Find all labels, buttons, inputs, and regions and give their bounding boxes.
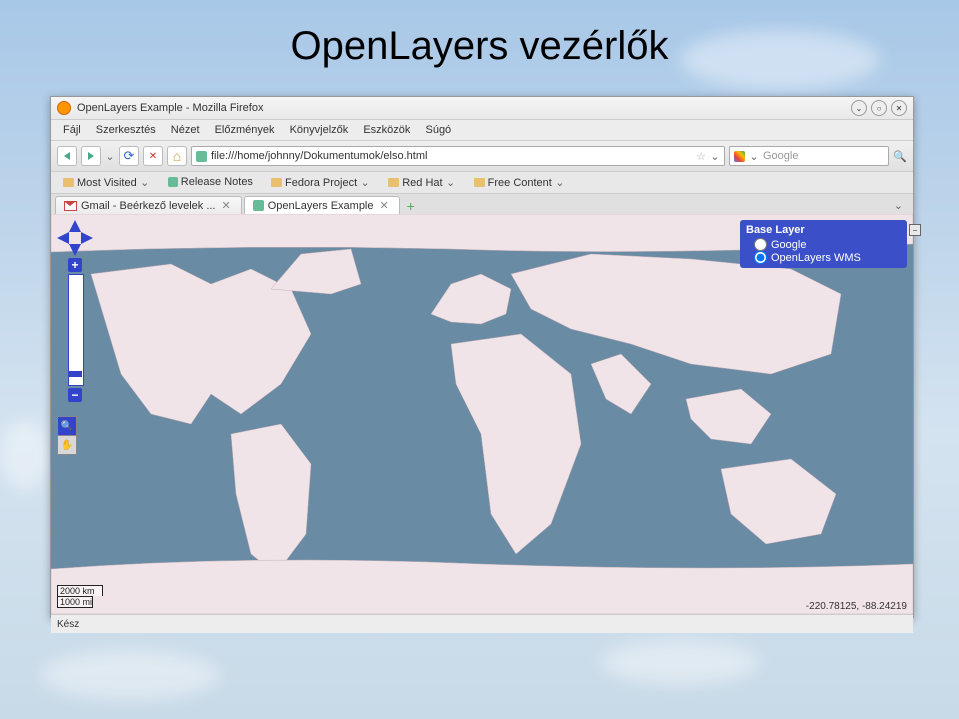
layer-switcher-control: − Base Layer Google OpenLayers WMS [740, 220, 907, 268]
tab-label: Gmail - Beérkező levelek ... [81, 200, 216, 212]
page-icon [168, 177, 178, 187]
menu-edit[interactable]: Szerkesztés [90, 122, 162, 138]
gmail-icon [64, 201, 77, 211]
nav-toolbar: ⌄ file:///home/johnny/Dokumentumok/elso.… [51, 141, 913, 172]
menu-bookmarks[interactable]: Könyvjelzők [284, 122, 355, 138]
zoom-in-button[interactable]: + [68, 258, 82, 272]
search-engine-dropdown[interactable]: ⌄ [749, 150, 759, 163]
url-text[interactable]: file:///home/johnny/Dokumentumok/elso.ht… [211, 150, 692, 162]
menu-file[interactable]: Fájl [57, 122, 87, 138]
pan-west-button[interactable] [57, 232, 69, 244]
bookmark-red-hat[interactable]: Red Hat⌄ [382, 174, 461, 191]
stop-button[interactable] [143, 146, 163, 166]
firefox-icon [57, 101, 71, 115]
openlayers-map[interactable]: + − − Base Layer Google OpenLayers WMS 2… [51, 214, 913, 614]
scale-line-top: 2000 km [57, 585, 103, 596]
menubar: Fájl Szerkesztés Nézet Előzmények Könyvj… [51, 120, 913, 141]
site-identity-icon[interactable] [196, 151, 207, 162]
bookmarks-toolbar: Most Visited⌄ Release Notes Fedora Proje… [51, 172, 913, 194]
window-title: OpenLayers Example - Mozilla Firefox [77, 102, 263, 114]
pan-east-button[interactable] [81, 232, 93, 244]
zoom-box-tool[interactable] [58, 417, 76, 436]
menu-history[interactable]: Előzmények [209, 122, 281, 138]
firefox-window: OpenLayers Example - Mozilla Firefox ⌄ ○… [50, 96, 914, 618]
scale-line-control: 2000 km 1000 mi [57, 585, 103, 608]
folder-icon [271, 178, 282, 187]
new-tab-button[interactable]: + [402, 198, 420, 214]
forward-button[interactable] [81, 146, 101, 166]
bookmark-most-visited[interactable]: Most Visited⌄ [57, 174, 156, 191]
url-bar[interactable]: file:///home/johnny/Dokumentumok/elso.ht… [191, 146, 725, 166]
search-engine-icon[interactable] [734, 151, 745, 162]
pan-tool[interactable] [58, 436, 76, 454]
zoom-out-button[interactable]: − [68, 388, 82, 402]
tab-label: OpenLayers Example [268, 200, 374, 212]
back-button[interactable] [57, 146, 77, 166]
openlayers-icon [253, 200, 264, 211]
bookmark-release-notes[interactable]: Release Notes [162, 174, 259, 190]
bookmark-fedora-project[interactable]: Fedora Project⌄ [265, 174, 376, 191]
search-bar[interactable]: ⌄ Google [729, 146, 889, 166]
zoom-slider-handle[interactable] [68, 371, 82, 377]
menu-view[interactable]: Nézet [165, 122, 206, 138]
status-text: Kész [57, 619, 79, 630]
menu-tools[interactable]: Eszközök [357, 122, 416, 138]
layer-switcher-collapse-button[interactable]: − [909, 224, 921, 236]
menu-help[interactable]: Súgó [419, 122, 457, 138]
pan-north-button[interactable] [69, 220, 81, 232]
window-minimize-button[interactable]: ⌄ [851, 100, 867, 116]
bookmark-star-icon[interactable]: ☆ [696, 150, 706, 163]
mouse-position-control: -220.78125, -88.24219 [806, 601, 907, 612]
home-button[interactable] [167, 146, 187, 166]
url-dropdown[interactable]: ⌄ [710, 150, 720, 163]
page-content: + − − Base Layer Google OpenLayers WMS 2… [51, 214, 913, 614]
tab-openlayers[interactable]: OpenLayers Example ✕ [244, 196, 400, 214]
tab-close-button[interactable]: ✕ [220, 199, 233, 212]
statusbar: Kész [51, 614, 913, 633]
folder-icon [388, 178, 399, 187]
bookmark-free-content[interactable]: Free Content⌄ [468, 174, 571, 191]
tabs-dropdown[interactable]: ⌄ [888, 197, 909, 214]
layer-option-openlayers-wms[interactable]: OpenLayers WMS [746, 251, 901, 264]
layer-option-google[interactable]: Google [746, 238, 901, 251]
zoom-slider-track[interactable] [68, 274, 84, 386]
window-titlebar[interactable]: OpenLayers Example - Mozilla Firefox ⌄ ○… [51, 97, 913, 120]
search-input[interactable]: Google [763, 150, 884, 162]
history-dropdown[interactable]: ⌄ [105, 150, 115, 163]
pan-south-button[interactable] [69, 244, 81, 256]
folder-icon [63, 178, 74, 187]
folder-icon [474, 178, 485, 187]
window-maximize-button[interactable]: ○ [871, 100, 887, 116]
window-close-button[interactable]: ✕ [891, 100, 907, 116]
pan-zoom-control: + − [57, 220, 93, 402]
scale-line-bottom: 1000 mi [57, 596, 93, 608]
reload-button[interactable] [119, 146, 139, 166]
layer-switcher-title: Base Layer [746, 224, 901, 236]
tab-gmail[interactable]: Gmail - Beérkező levelek ... ✕ [55, 196, 242, 214]
tab-close-button[interactable]: ✕ [378, 199, 391, 212]
tabs-bar: Gmail - Beérkező levelek ... ✕ OpenLayer… [51, 194, 913, 214]
nav-toolbar-control [57, 416, 77, 455]
search-go-button[interactable]: 🔍 [893, 149, 907, 163]
